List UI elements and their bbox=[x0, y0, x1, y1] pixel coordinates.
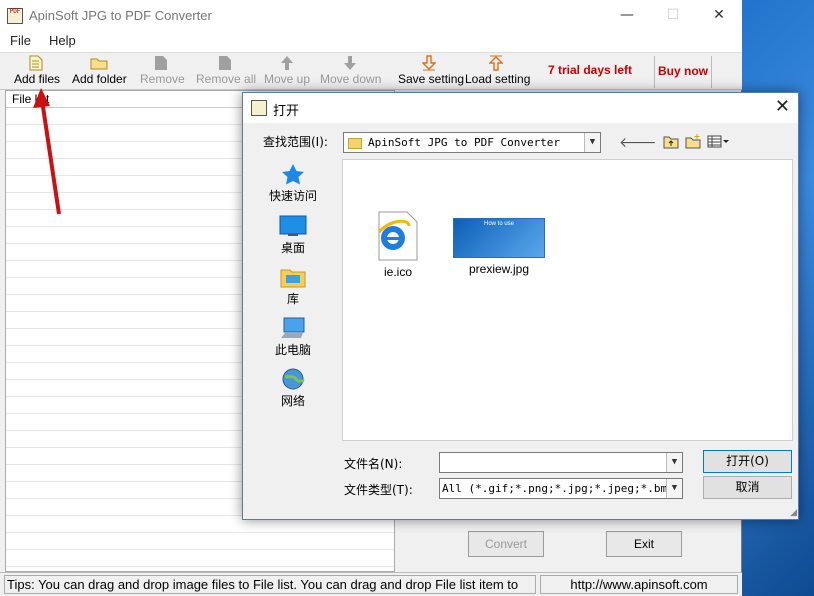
up-folder-icon[interactable] bbox=[663, 134, 679, 149]
remove-button[interactable]: Remove bbox=[140, 55, 182, 89]
exit-button[interactable]: Exit bbox=[606, 531, 682, 557]
arrow-up-icon bbox=[280, 55, 294, 71]
ie-icon bbox=[373, 210, 423, 262]
status-url-link[interactable]: http://www.apinsoft.com bbox=[540, 575, 738, 594]
buy-now-button[interactable]: Buy now bbox=[654, 56, 712, 88]
filename-input[interactable]: ▼ bbox=[439, 452, 683, 473]
image-thumbnail-icon: How to use bbox=[453, 218, 545, 258]
filetype-select[interactable]: All (*.gif;*.png;*.jpg;*.jpeg;*.bmp;* ▼ bbox=[439, 478, 683, 499]
save-setting-button[interactable]: Save setting bbox=[398, 55, 460, 89]
open-file-dialog: 打开 ✕ 查找范围(I): ApinSoft JPG to PDF Conver… bbox=[242, 92, 799, 520]
place-label: 网络 bbox=[281, 394, 305, 408]
folder-icon bbox=[348, 138, 362, 149]
minimize-button[interactable]: — bbox=[604, 0, 650, 31]
filetype-value: All (*.gif;*.png;*.jpg;*.jpeg;*.bmp;* bbox=[442, 482, 683, 495]
place-label: 库 bbox=[287, 292, 299, 306]
load-setting-icon bbox=[489, 55, 503, 71]
save-setting-label: Save setting bbox=[398, 72, 460, 86]
convert-button[interactable]: Convert bbox=[468, 531, 544, 557]
computer-icon bbox=[279, 317, 307, 339]
back-arrow-icon[interactable]: 🡐 bbox=[619, 134, 657, 151]
save-setting-icon bbox=[422, 55, 436, 71]
remove-all-label: Remove all bbox=[196, 72, 254, 86]
status-tips: Tips: You can drag and drop image files … bbox=[4, 575, 536, 594]
trial-notice: 7 trial days left bbox=[548, 63, 632, 77]
cancel-button[interactable]: 取消 bbox=[703, 476, 792, 499]
chevron-down-icon[interactable]: ▼ bbox=[666, 453, 682, 472]
maximize-button[interactable]: ☐ bbox=[650, 0, 696, 31]
app-titlebar[interactable]: PDF ApinSoft JPG to PDF Converter — ☐ ✕ bbox=[0, 0, 742, 31]
load-setting-label: Load setting bbox=[465, 72, 527, 86]
file-item[interactable]: How to use prexiew.jpg bbox=[451, 218, 547, 276]
add-folder-button[interactable]: Add folder bbox=[72, 55, 126, 89]
file-name: ie.ico bbox=[371, 265, 425, 279]
resize-grip-icon[interactable]: ◢ bbox=[790, 508, 797, 518]
folder-icon bbox=[90, 55, 108, 71]
place-label: 此电脑 bbox=[275, 343, 311, 357]
move-down-label: Move down bbox=[320, 72, 380, 86]
view-menu-icon[interactable] bbox=[707, 134, 729, 149]
move-down-button[interactable]: Move down bbox=[320, 55, 380, 89]
add-file-icon bbox=[29, 55, 43, 71]
place-this-pc[interactable]: 此电脑 bbox=[259, 317, 327, 358]
open-button[interactable]: 打开(O) bbox=[703, 450, 792, 473]
look-in-label: 查找范围(I): bbox=[263, 133, 328, 150]
thumbnail-caption: How to use bbox=[484, 221, 514, 227]
menu-file[interactable]: File bbox=[0, 31, 39, 52]
arrow-down-icon bbox=[343, 55, 357, 71]
app-title: ApinSoft JPG to PDF Converter bbox=[29, 8, 212, 23]
star-icon bbox=[279, 163, 307, 185]
chevron-down-icon[interactable]: ▼ bbox=[584, 133, 600, 152]
move-up-button[interactable]: Move up bbox=[264, 55, 310, 89]
place-label: 桌面 bbox=[281, 241, 305, 255]
network-icon bbox=[279, 368, 307, 390]
filetype-label: 文件类型(T): bbox=[344, 481, 413, 498]
add-files-label: Add files bbox=[14, 72, 58, 86]
place-desktop[interactable]: 桌面 bbox=[259, 215, 327, 256]
dialog-nav-toolbar: 🡐 bbox=[619, 134, 729, 151]
look-in-combo[interactable]: ApinSoft JPG to PDF Converter ▼ bbox=[343, 132, 601, 153]
add-files-button[interactable]: Add files bbox=[14, 55, 58, 89]
dialog-titlebar[interactable]: 打开 ✕ bbox=[243, 93, 798, 123]
library-icon bbox=[279, 266, 307, 288]
app-logo-icon: PDF bbox=[7, 8, 23, 24]
menubar: File Help bbox=[0, 31, 742, 52]
file-name: prexiew.jpg bbox=[451, 262, 547, 276]
place-network[interactable]: 网络 bbox=[259, 368, 327, 409]
file-view[interactable]: ie.ico How to use prexiew.jpg bbox=[342, 159, 793, 441]
move-up-label: Move up bbox=[264, 72, 310, 86]
menu-help[interactable]: Help bbox=[39, 31, 84, 52]
desktop-icon bbox=[279, 215, 307, 237]
remove-all-icon bbox=[218, 55, 232, 71]
new-folder-icon[interactable] bbox=[685, 134, 701, 149]
place-label: 快速访问 bbox=[269, 189, 317, 203]
look-in-value: ApinSoft JPG to PDF Converter bbox=[368, 136, 560, 149]
filename-label: 文件名(N): bbox=[344, 455, 402, 472]
places-bar: 快速访问 桌面 库 此电脑 网络 bbox=[259, 159, 327, 441]
place-quick-access[interactable]: 快速访问 bbox=[259, 163, 327, 204]
chevron-down-icon[interactable]: ▼ bbox=[666, 479, 682, 498]
place-libraries[interactable]: 库 bbox=[259, 266, 327, 307]
remove-file-icon bbox=[154, 55, 168, 71]
file-item[interactable]: ie.ico bbox=[371, 210, 425, 279]
close-button[interactable]: ✕ bbox=[696, 0, 742, 31]
dialog-app-icon bbox=[251, 100, 267, 116]
add-folder-label: Add folder bbox=[72, 72, 126, 86]
remove-all-button[interactable]: Remove all bbox=[196, 55, 254, 89]
status-bar: Tips: You can drag and drop image files … bbox=[0, 572, 742, 596]
remove-label: Remove bbox=[140, 72, 182, 86]
load-setting-button[interactable]: Load setting bbox=[465, 55, 527, 89]
dialog-title: 打开 bbox=[273, 100, 299, 119]
dialog-close-button[interactable]: ✕ bbox=[775, 96, 790, 117]
